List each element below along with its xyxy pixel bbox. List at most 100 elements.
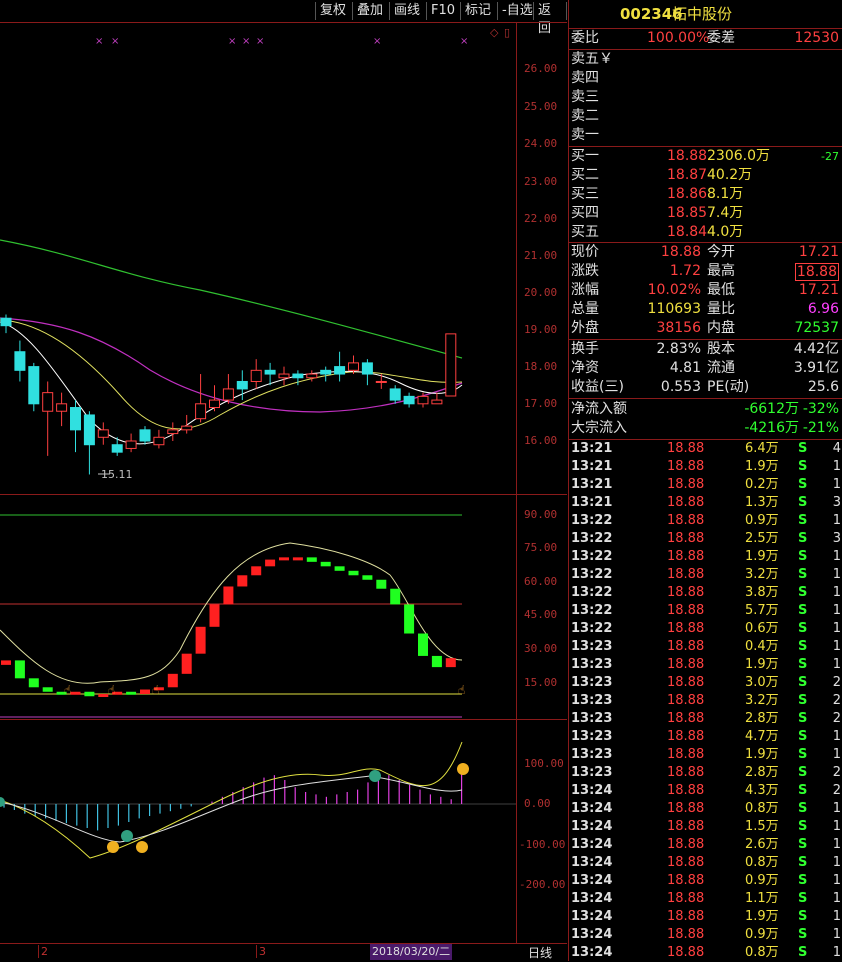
candle-body [348, 362, 359, 371]
tick-row: 13:23 18.88 1.9万 S 1 [569, 746, 842, 764]
buy-price: 18.86 [667, 186, 708, 202]
sell3-row[interactable]: 卖三 [569, 88, 842, 107]
candle [14, 340, 26, 382]
tick-count: 1 [832, 657, 841, 672]
tick-price: 18.88 [667, 855, 705, 870]
tick-time: 13:23 [571, 765, 613, 780]
tick-row: 13:24 18.88 0.8万 S 1 [569, 854, 842, 872]
quote-row: 涨跌 1.72 最高 18.88 [569, 262, 842, 281]
kdj-bar [390, 588, 401, 605]
tick-count: 2 [832, 711, 841, 726]
tick-time: 13:22 [571, 567, 613, 582]
tick-price: 18.88 [667, 819, 705, 834]
tick-side: S [798, 657, 808, 672]
tick-time: 13:21 [571, 441, 613, 456]
kdj-bar [237, 575, 248, 587]
tick-side: S [798, 765, 808, 780]
tick-price: 18.88 [667, 513, 705, 528]
quote-value: 18.88 [660, 244, 701, 260]
cursor-date: 2018/03/20/二 [370, 944, 453, 960]
tick-time: 13:23 [571, 675, 613, 690]
tick-count: 1 [832, 729, 841, 744]
candle-body [153, 436, 165, 446]
kdj-tick: 45.00 [524, 608, 558, 621]
kdj-bar [98, 694, 109, 697]
candle-body [42, 392, 54, 412]
quote-label: 总量 [571, 301, 599, 317]
candle-body [278, 373, 290, 379]
stock-name: 柘中股份 [672, 5, 733, 23]
sell-label: 卖四 [571, 70, 599, 86]
buy-row: 买四 18.85 7.4万 [569, 204, 842, 223]
tick-time: 13:22 [571, 585, 613, 600]
kdj-bar [279, 557, 289, 561]
tick-row: 13:24 18.88 0.9万 S 1 [569, 872, 842, 890]
sell1-row[interactable]: 卖一 [569, 126, 842, 145]
tick-row: 13:23 18.88 0.4万 S 1 [569, 638, 842, 656]
buy-row: 买三 18.86 8.1万 [569, 185, 842, 204]
flow-row: 净流入额 -6612万 -32% [569, 400, 842, 419]
tick-volume: 0.9万 [745, 873, 779, 888]
sell4-row[interactable]: 卖四 [569, 69, 842, 88]
tick-time: 13:22 [571, 603, 613, 618]
kdj-k-line [0, 542, 463, 684]
kline-chart-area[interactable]: 复权 叠加 画线 F10 标记 -自选 返回 ◇ ▯ 26.00 25.00 2… [0, 0, 567, 961]
tick-row: 13:22 18.88 3.2万 S 1 [569, 566, 842, 584]
price-tick: 20.00 [524, 286, 558, 299]
tick-row: 13:22 18.88 0.6万 S 1 [569, 620, 842, 638]
sell-label: 卖三 [571, 89, 599, 105]
candle-body [83, 414, 95, 446]
sell5-row[interactable]: 卖五￥ [569, 50, 842, 69]
tick-price: 18.88 [667, 729, 705, 744]
macd-tick: 100.00 [524, 757, 564, 770]
period-button[interactable]: 日线 [528, 944, 552, 961]
tick-side: S [798, 891, 808, 906]
tick-volume: 1.9万 [745, 747, 779, 762]
tick-side: S [798, 441, 808, 456]
kdj-bar [140, 689, 150, 694]
flow-label: 净流入额 [571, 401, 627, 417]
tick-side: S [798, 549, 808, 564]
sell-label: 卖一 [571, 127, 599, 143]
tick-volume: 1.9万 [745, 549, 779, 564]
kdj-bar [70, 691, 81, 695]
axis-divider [516, 22, 517, 943]
kdj-bar [431, 655, 442, 668]
tick-volume: 1.9万 [745, 657, 779, 672]
back-button[interactable]: 返回 [533, 2, 567, 36]
tick-time: 13:22 [571, 513, 613, 528]
tick-row: 13:24 18.88 0.8万 S 1 [569, 944, 842, 962]
kdj-bar [167, 673, 178, 688]
hand-icon: ☝ [108, 683, 115, 697]
kdj-tick: 90.00 [524, 508, 558, 521]
tick-side: S [798, 621, 808, 636]
diff-value: 12530 [794, 30, 839, 46]
candle [264, 362, 276, 386]
sell2-row[interactable]: 卖二 [569, 107, 842, 126]
flow-value: -6612万 [744, 401, 799, 417]
candle [431, 392, 443, 405]
kdj-tick: 15.00 [524, 676, 558, 689]
tick-side: S [798, 531, 808, 546]
tick-volume: 0.4万 [745, 639, 779, 654]
buy-volume: 40.2万 [707, 167, 753, 183]
tick-count: 1 [832, 837, 841, 852]
quote-value: 4.81 [669, 360, 701, 376]
tick-price: 18.88 [667, 873, 705, 888]
tick-time: 13:24 [571, 891, 613, 906]
candle [250, 359, 262, 389]
kdj-bar [265, 559, 276, 567]
kdj-bar [1, 660, 11, 665]
flow-row: 大宗流入 -4216万 -21% [569, 419, 842, 438]
candle [195, 374, 207, 423]
tick-price: 18.88 [667, 711, 705, 726]
quote-label: 最低 [707, 282, 735, 298]
candle-body [403, 395, 415, 405]
tick-time: 13:21 [571, 477, 613, 492]
macd-tick: -200.00 [519, 878, 566, 891]
candle-body [292, 373, 304, 379]
signal-marker: × [242, 36, 250, 47]
tick-side: S [798, 675, 808, 690]
tick-side: S [798, 585, 808, 600]
quote-row: 外盘 38156 内盘 72537 [569, 319, 842, 338]
